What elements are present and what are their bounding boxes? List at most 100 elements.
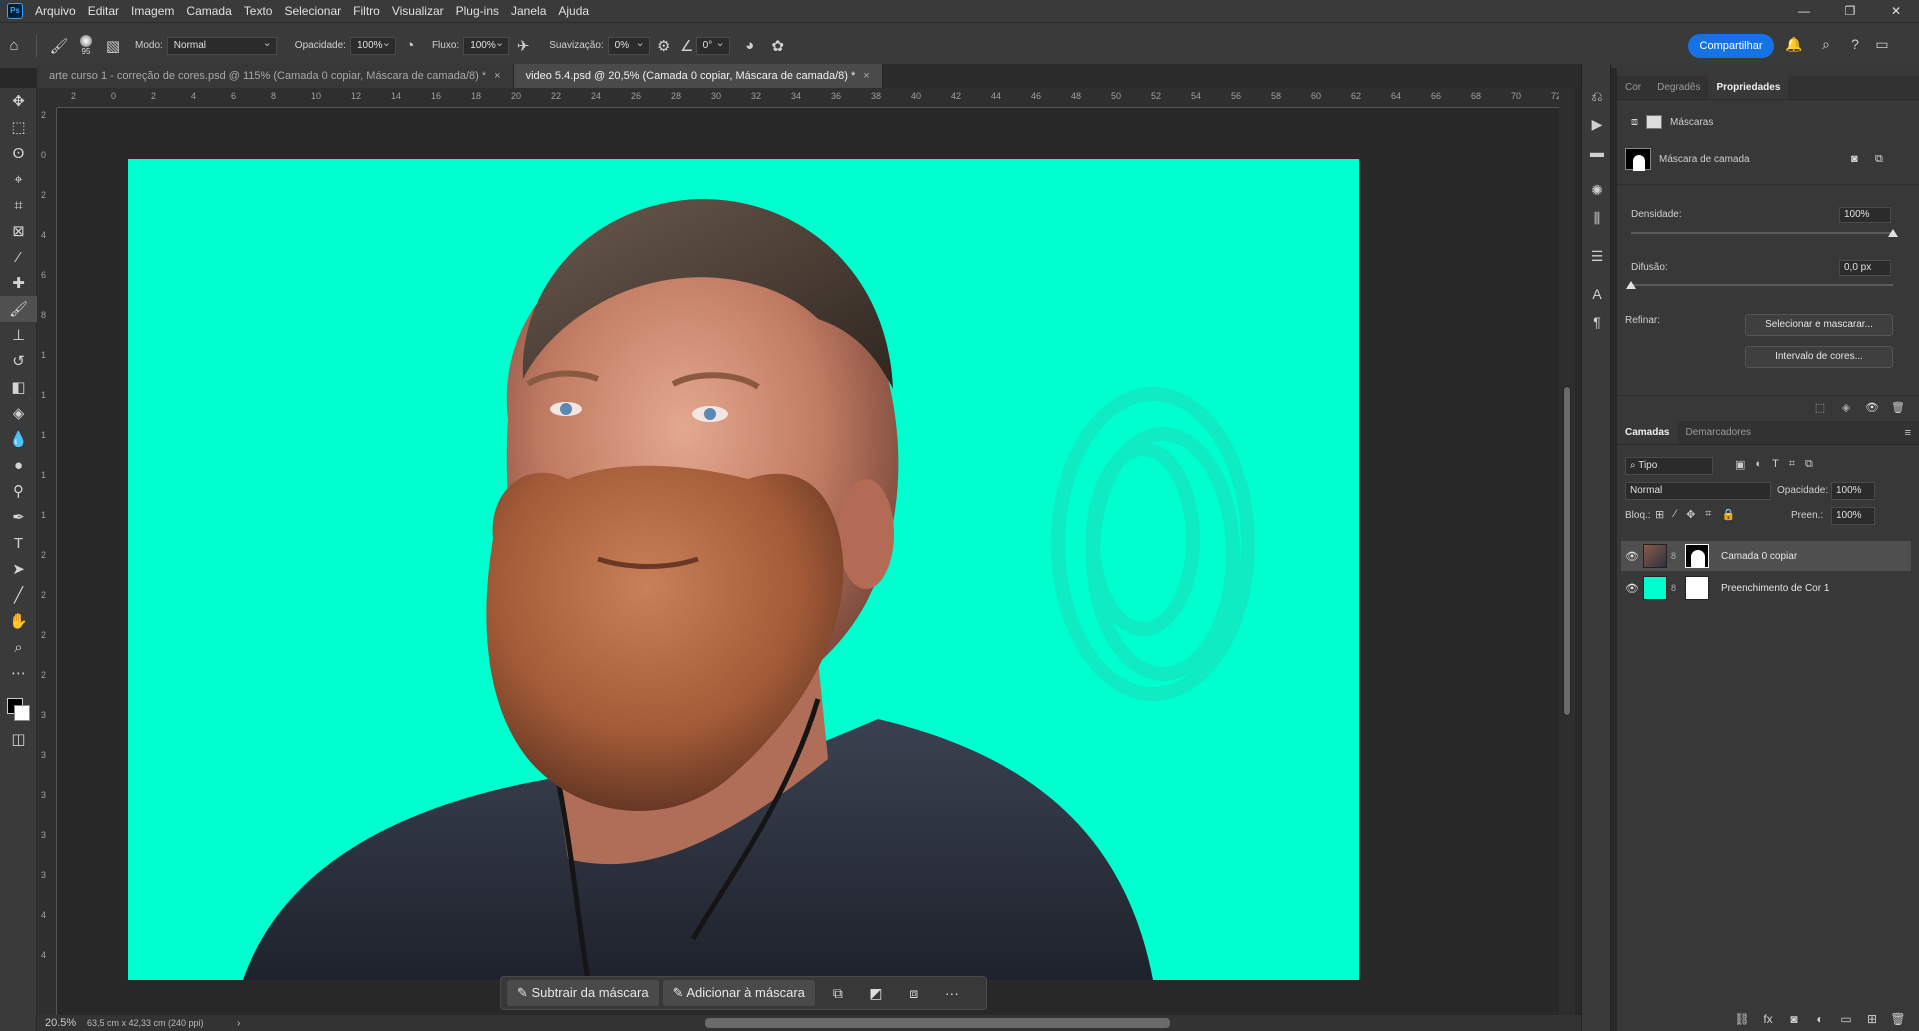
delete-mask-icon[interactable]: 🗑 <box>1885 401 1911 414</box>
layer-row[interactable]: 👁 8 Camada 0 copiar <box>1621 541 1911 571</box>
home-icon[interactable]: ⌂ <box>0 32 28 60</box>
help-icon[interactable]: ? <box>1845 36 1865 56</box>
density-input[interactable]: 100% <box>1839 207 1891 223</box>
close-tab-icon[interactable]: × <box>494 70 500 82</box>
vertical-scrollbar[interactable] <box>1559 88 1575 1018</box>
history-panel-icon[interactable]: ⎌ <box>1582 82 1612 110</box>
filter-smart-object-icon[interactable]: ⧉ <box>1805 458 1813 471</box>
smoothing-input[interactable]: 0% <box>607 35 650 55</box>
layer-filter-select[interactable]: ⌕ Tipo <box>1625 457 1713 475</box>
move-tool-icon[interactable]: ✥ <box>0 88 37 114</box>
zoom-level[interactable]: 20.5% <box>37 1017 87 1029</box>
healing-brush-tool-icon[interactable]: ✚ <box>0 270 37 296</box>
add-mask-icon[interactable]: ◙ <box>1781 1012 1807 1026</box>
character-panel-icon[interactable]: A <box>1582 280 1612 308</box>
menu-visualizar[interactable]: Visualizar <box>386 0 450 22</box>
properties-sliders-icon[interactable]: ☰ <box>1582 242 1612 270</box>
paint-bucket-tool-icon[interactable]: ◈ <box>0 400 37 426</box>
clone-stamp-tool-icon[interactable]: ⊥ <box>0 322 37 348</box>
tab-propriedades[interactable]: Propriedades <box>1708 76 1789 99</box>
crop-tool-icon[interactable]: ⌗ <box>0 192 37 218</box>
filter-pixel-icon[interactable]: ▣ <box>1735 458 1745 471</box>
restore-button[interactable]: ❐ <box>1827 0 1873 22</box>
workspace-layout-icon[interactable]: ▭ <box>1872 36 1892 56</box>
flow-input[interactable]: 100% <box>463 35 510 55</box>
angle-input[interactable]: 0° <box>695 35 730 55</box>
filter-type-icon[interactable]: T <box>1772 458 1779 471</box>
marquee-tool-icon[interactable]: ⬚ <box>0 114 37 140</box>
menu-arquivo[interactable]: Arquivo <box>29 0 82 22</box>
tab-demarcadores[interactable]: Demarcadores <box>1677 421 1759 444</box>
zoom-tool-icon[interactable]: ⌕ <box>0 634 37 660</box>
lock-artboard-icon[interactable]: ⌗ <box>1705 508 1711 521</box>
brush-size-picker[interactable]: 95 <box>73 31 99 61</box>
layer-name[interactable]: Camada 0 copiar <box>1721 551 1797 562</box>
mask-settings-icon[interactable]: ⧈ <box>895 980 933 1006</box>
filter-shape-icon[interactable]: ⌗ <box>1789 458 1795 471</box>
layer-mask-thumbnail[interactable] <box>1685 576 1709 600</box>
link-layers-icon[interactable]: ⛓ <box>1729 1012 1755 1026</box>
menu-editar[interactable]: Editar <box>82 0 125 22</box>
add-to-mask-button[interactable]: ✎ Adicionar à máscara <box>662 980 815 1006</box>
pixel-mask-icon[interactable]: ⧈ <box>1631 116 1638 129</box>
brush-tool-icon[interactable]: 🖌 <box>0 296 37 322</box>
more-tools-icon[interactable]: ⋯ <box>0 660 37 686</box>
history-brush-tool-icon[interactable]: ↺ <box>0 348 37 374</box>
close-window-button[interactable]: ✕ <box>1873 0 1919 22</box>
scroll-thumb[interactable] <box>1563 386 1571 716</box>
eraser-tool-icon[interactable]: ◧ <box>0 374 37 400</box>
menu-texto[interactable]: Texto <box>238 0 279 22</box>
adjustments-icon[interactable]: ✺ <box>1582 176 1612 204</box>
feather-slider[interactable] <box>1631 284 1893 286</box>
lock-transparent-icon[interactable]: ⊞ <box>1655 508 1664 521</box>
blend-mode-select[interactable]: Normal <box>1625 482 1771 500</box>
layer-name[interactable]: Preenchimento de Cor 1 <box>1721 583 1829 594</box>
feather-input[interactable]: 0,0 px <box>1839 260 1891 276</box>
more-options-icon[interactable]: ··· <box>933 980 971 1006</box>
lasso-tool-icon[interactable]: ʘ <box>0 140 37 166</box>
pressure-opacity-icon[interactable]: ◔ <box>396 32 424 60</box>
select-and-mask-button[interactable]: Selecionar e mascarar... <box>1745 314 1893 336</box>
horizontal-scroll-thumb[interactable] <box>705 1018 1170 1028</box>
actions-play-icon[interactable]: ▶ <box>1582 110 1612 138</box>
menu-filtro[interactable]: Filtro <box>347 0 386 22</box>
frame-tool-icon[interactable]: ⊠ <box>0 218 37 244</box>
notifications-bell-icon[interactable]: 🔔 <box>1784 36 1804 56</box>
panel-menu-icon[interactable]: ≡ <box>1905 421 1919 444</box>
comments-icon[interactable]: ▬ <box>1582 138 1612 166</box>
dodge-tool-icon[interactable]: ● <box>0 452 37 478</box>
menu-selecionar[interactable]: Selecionar <box>278 0 347 22</box>
brush-settings-panel-icon[interactable]: ⫼ <box>1582 204 1612 232</box>
tab-degrades[interactable]: Degradês <box>1649 76 1708 99</box>
add-vector-mask-icon[interactable]: ⧉ <box>1875 153 1883 166</box>
pen-tool-icon[interactable]: ✒ <box>0 504 37 530</box>
layer-opacity-input[interactable]: 100% <box>1831 482 1875 500</box>
doc-tab-video[interactable]: video 5.4.psd @ 20,5% (Camada 0 copiar, … <box>513 64 883 88</box>
search-icon[interactable]: ⌕ <box>1816 36 1836 56</box>
invert-mask-icon[interactable]: ◩ <box>857 980 895 1006</box>
brush-settings-icon[interactable]: ▧ <box>99 32 127 60</box>
quick-mask-icon[interactable]: ◫ <box>0 726 37 752</box>
mask-link-icon[interactable]: 8 <box>1671 551 1681 561</box>
menu-camada[interactable]: Camada <box>180 0 237 22</box>
paragraph-panel-icon[interactable]: ¶ <box>1582 308 1612 336</box>
layer-row[interactable]: 👁 8 Preenchimento de Cor 1 <box>1621 573 1911 603</box>
mask-link-icon[interactable]: 8 <box>1671 583 1681 593</box>
opacity-input[interactable]: 100% <box>349 35 396 55</box>
toggle-mask-visibility-icon[interactable]: 👁 <box>1859 401 1885 414</box>
mask-icon[interactable] <box>1646 115 1662 129</box>
new-group-folder-icon[interactable]: ▭ <box>1833 1012 1859 1026</box>
density-slider[interactable] <box>1631 232 1893 234</box>
filter-adjustment-icon[interactable]: ◐ <box>1755 458 1762 471</box>
delete-layer-icon[interactable]: 🗑 <box>1885 1012 1911 1026</box>
horizontal-ruler[interactable]: 2 0 2 4 6 8 10 12 14 16 18 20 22 24 26 28 30 32 34 36 38 40 42… <box>57 88 1567 108</box>
eyedropper-tool-icon[interactable]: ⁄ <box>0 244 37 270</box>
menu-imagem[interactable]: Imagem <box>125 0 180 22</box>
new-layer-icon[interactable]: ⊞ <box>1859 1012 1885 1026</box>
type-tool-icon[interactable]: T <box>0 530 37 556</box>
tab-cor[interactable]: Cor <box>1617 76 1649 99</box>
apply-mask-icon[interactable]: ◈ <box>1833 401 1859 414</box>
canvas-area[interactable] <box>57 108 1567 1018</box>
minimize-button[interactable]: — <box>1781 0 1827 22</box>
lock-image-icon[interactable]: ⁄ <box>1674 508 1676 521</box>
